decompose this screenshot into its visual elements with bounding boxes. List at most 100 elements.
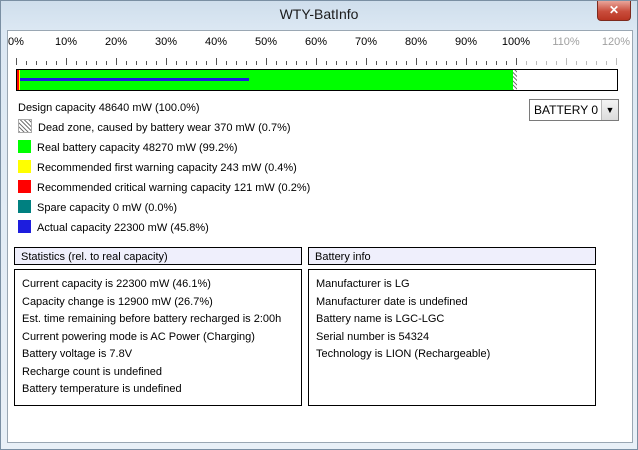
scale-tick	[296, 61, 297, 65]
legend: Design capacity 48640 mW (100.0%) Dead z…	[18, 99, 310, 239]
scale-tick	[516, 58, 517, 65]
scale-tick	[616, 58, 617, 65]
capacity-bar	[16, 69, 618, 91]
scale-tick	[16, 58, 17, 65]
scale-tick	[276, 61, 277, 65]
info-line: Technology is LION (Rechargeable)	[316, 348, 491, 360]
real-swatch-icon	[18, 140, 31, 153]
scale-tick	[246, 61, 247, 65]
scale-tick	[266, 58, 267, 65]
scale-tick	[376, 61, 377, 65]
scale-tick	[346, 61, 347, 65]
legend-dead-zone-label: Dead zone, caused by battery wear 370 mW…	[38, 122, 291, 134]
scale-label: 10%	[54, 36, 78, 48]
scale-tick	[506, 61, 507, 65]
scale-tick	[606, 61, 607, 65]
stat-line: Capacity change is 12900 mW (26.7%)	[22, 295, 213, 308]
legend-first-warning: Recommended first warning capacity 243 m…	[18, 159, 310, 179]
legend-actual: Actual capacity 22300 mW (45.8%)	[18, 219, 310, 239]
scale-label: 80%	[404, 36, 428, 48]
legend-design: Design capacity 48640 mW (100.0%)	[18, 99, 310, 119]
stat-line: Battery voltage is 7.8V	[22, 348, 133, 360]
actual-capacity-fill	[20, 78, 249, 81]
scale-tick	[66, 58, 67, 65]
scale-tick	[446, 61, 447, 65]
scale-tick	[126, 61, 127, 65]
scale-tick	[116, 58, 117, 65]
scale-tick	[176, 61, 177, 65]
scale-tick	[456, 61, 457, 65]
scale-tick	[256, 61, 257, 65]
first-warning-swatch-icon	[18, 160, 31, 173]
stat-line: Recharge count is undefined	[22, 365, 163, 378]
scale-tick	[46, 61, 47, 65]
battery-select[interactable]: BATTERY 0 ▼	[529, 99, 619, 121]
legend-spare-label: Spare capacity 0 mW (0.0%)	[37, 202, 177, 214]
scale-tick	[306, 61, 307, 65]
battery-info-panel: Manufacturer is LG Manufacturer date is …	[308, 269, 596, 406]
stat-line: Current powering mode is AC Power (Charg…	[22, 330, 255, 343]
info-line: Manufacturer date is undefined	[316, 295, 468, 308]
scale-tick	[466, 58, 467, 65]
scale-label: 0%	[8, 36, 24, 48]
stat-line: Battery temperature is undefined	[22, 383, 182, 395]
scale-tick	[286, 61, 287, 65]
scale-label: 30%	[154, 36, 178, 48]
scale-tick	[586, 61, 587, 65]
percent-scale: 0% 10% 20% 30% 40% 50% 60% 70% 80% 90% 100% 110% 120…	[8, 31, 632, 67]
scale-label: 20%	[104, 36, 128, 48]
title-bar[interactable]: WTY-BatInfo ✕	[1, 1, 637, 29]
scale-tick	[536, 61, 537, 65]
scale-tick	[96, 61, 97, 65]
window-title: WTY-BatInfo	[279, 6, 359, 22]
scale-tick	[436, 61, 437, 65]
scale-tick	[396, 61, 397, 65]
scale-tick	[146, 61, 147, 65]
scale-tick	[36, 61, 37, 65]
scale-tick	[26, 61, 27, 65]
scale-tick	[496, 61, 497, 65]
scale-label: 110%	[552, 36, 580, 48]
scale-tick	[136, 61, 137, 65]
scale-tick	[236, 61, 237, 65]
scale-label: 120%	[601, 36, 631, 48]
scale-tick	[156, 61, 157, 65]
scale-tick	[336, 61, 337, 65]
chevron-down-icon[interactable]: ▼	[601, 100, 618, 120]
scale-tick	[196, 61, 197, 65]
legend-design-label: Design capacity 48640 mW (100.0%)	[18, 102, 200, 114]
scale-tick	[316, 58, 317, 65]
scale-label: 40%	[204, 36, 228, 48]
critical-warning-swatch-icon	[18, 180, 31, 193]
scale-tick	[596, 61, 597, 65]
scale-label: 60%	[304, 36, 328, 48]
close-button[interactable]: ✕	[597, 1, 631, 21]
actual-swatch-icon	[18, 220, 31, 233]
scale-label: 50%	[254, 36, 278, 48]
scale-tick	[56, 61, 57, 65]
scale-tick	[366, 58, 367, 65]
scale-tick	[566, 58, 567, 65]
scale-label: 90%	[454, 36, 478, 48]
scale-tick	[386, 61, 387, 65]
scale-tick	[546, 61, 547, 65]
scale-tick	[416, 58, 417, 65]
app-window: WTY-BatInfo ✕ 0% 10% 20% 30% 40% 50% 60% 70% 80%…	[0, 0, 638, 450]
info-line: Serial number is 54324	[316, 330, 430, 343]
scale-tick	[526, 61, 527, 65]
legend-real-label: Real battery capacity 48270 mW (99.2%)	[37, 142, 238, 154]
battery-select-value: BATTERY 0	[534, 103, 599, 117]
legend-spare: Spare capacity 0 mW (0.0%)	[18, 199, 310, 219]
scale-tick	[226, 61, 227, 65]
info-line: Battery name is LGC-LGC	[316, 313, 445, 325]
scale-tick	[216, 58, 217, 65]
stat-line: Current capacity is 22300 mW (46.1%)	[22, 278, 211, 290]
client-area: 0% 10% 20% 30% 40% 50% 60% 70% 80% 90% 100% 110% 120…	[7, 30, 633, 443]
scale-tick	[556, 61, 557, 65]
battery-info-header: Battery info	[308, 247, 596, 265]
scale-label: 70%	[354, 36, 378, 48]
scale-tick	[206, 61, 207, 65]
scale-tick	[76, 61, 77, 65]
scale-tick	[86, 61, 87, 65]
legend-actual-label: Actual capacity 22300 mW (45.8%)	[37, 222, 209, 234]
